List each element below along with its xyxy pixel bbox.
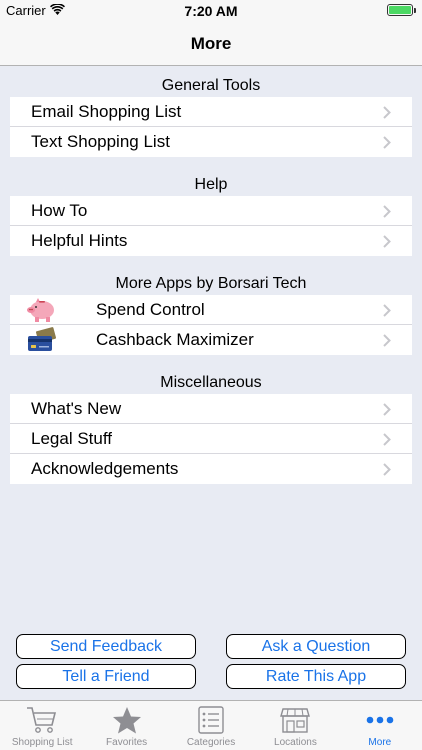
piggy-bank-icon xyxy=(24,296,60,324)
row-helpful-hints[interactable]: Helpful Hints xyxy=(10,226,412,256)
battery-icon xyxy=(387,4,416,16)
section-header-general-tools: General Tools xyxy=(161,77,261,94)
row-acknowledgements[interactable]: Acknowledgements xyxy=(10,454,412,484)
row-label: Text Shopping List xyxy=(31,132,170,151)
group-help: How To Helpful Hints xyxy=(10,196,412,256)
tab-label: Favorites xyxy=(106,737,148,748)
row-legal-stuff[interactable]: Legal Stuff xyxy=(10,424,412,454)
chevron-right-icon xyxy=(382,424,392,454)
chevron-right-icon xyxy=(382,325,392,355)
section-header-more-apps: More Apps by Borsari Tech xyxy=(115,275,307,292)
section-header-miscellaneous: Miscellaneous xyxy=(160,374,262,391)
tab-label: Locations xyxy=(274,737,317,748)
star-icon xyxy=(112,703,142,737)
row-spend-control[interactable]: Spend Control xyxy=(10,295,412,325)
ask-question-button[interactable]: Ask a Question xyxy=(226,634,406,659)
row-cashback-maximizer[interactable]: Cashback Maximizer xyxy=(10,325,412,355)
row-label: Legal Stuff xyxy=(31,428,112,448)
send-feedback-button[interactable]: Send Feedback xyxy=(16,634,196,659)
tab-favorites[interactable]: Favorites xyxy=(84,701,168,750)
row-how-to[interactable]: How To xyxy=(10,196,412,226)
group-more-apps: Spend Control Cashback Maximizer xyxy=(10,295,412,355)
credit-card-cash-icon xyxy=(24,326,60,354)
row-text-shopping-list[interactable]: Text Shopping List xyxy=(10,127,412,157)
rate-app-button[interactable]: Rate This App xyxy=(226,664,406,689)
section-header-help: Help xyxy=(194,176,228,193)
row-whats-new[interactable]: What's New xyxy=(10,394,412,424)
cart-icon xyxy=(25,703,59,737)
tab-label: Shopping List xyxy=(11,737,73,748)
chevron-right-icon xyxy=(382,196,392,226)
tab-shopping-list[interactable]: Shopping List xyxy=(0,701,84,750)
chevron-right-icon xyxy=(382,295,392,325)
tab-more[interactable]: More xyxy=(338,701,422,750)
tab-locations[interactable]: Locations xyxy=(253,701,337,750)
status-bar: Carrier 7:20 AM xyxy=(0,0,422,22)
row-label: How To xyxy=(31,200,88,220)
tab-label: Categories xyxy=(186,737,236,748)
list-icon xyxy=(198,703,224,737)
row-label: What's New xyxy=(31,398,122,418)
chevron-right-icon xyxy=(382,454,392,484)
group-miscellaneous: What's New Legal Stuff Acknowledgements xyxy=(10,394,412,484)
tab-bar: Shopping List Favorites Categories Locat… xyxy=(0,700,422,750)
row-label: Helpful Hints xyxy=(31,231,128,250)
tell-friend-button[interactable]: Tell a Friend xyxy=(16,664,196,689)
more-icon xyxy=(365,703,395,737)
row-email-shopping-list[interactable]: Email Shopping List xyxy=(10,97,412,127)
tab-label: More xyxy=(368,737,392,748)
tab-categories[interactable]: Categories xyxy=(169,701,253,750)
navigation-bar: More xyxy=(0,22,422,66)
row-label: Spend Control xyxy=(96,299,205,319)
chevron-right-icon xyxy=(382,226,392,256)
row-label: Cashback Maximizer xyxy=(96,330,254,349)
row-label: Email Shopping List xyxy=(31,101,182,121)
group-general-tools: Email Shopping List Text Shopping List xyxy=(10,97,412,157)
page-title: More xyxy=(190,33,232,53)
store-icon xyxy=(280,703,311,737)
status-time: 7:20 AM xyxy=(184,3,238,19)
chevron-right-icon xyxy=(382,127,392,157)
row-label: Acknowledgements xyxy=(31,459,179,478)
chevron-right-icon xyxy=(382,97,392,127)
chevron-right-icon xyxy=(382,394,392,424)
